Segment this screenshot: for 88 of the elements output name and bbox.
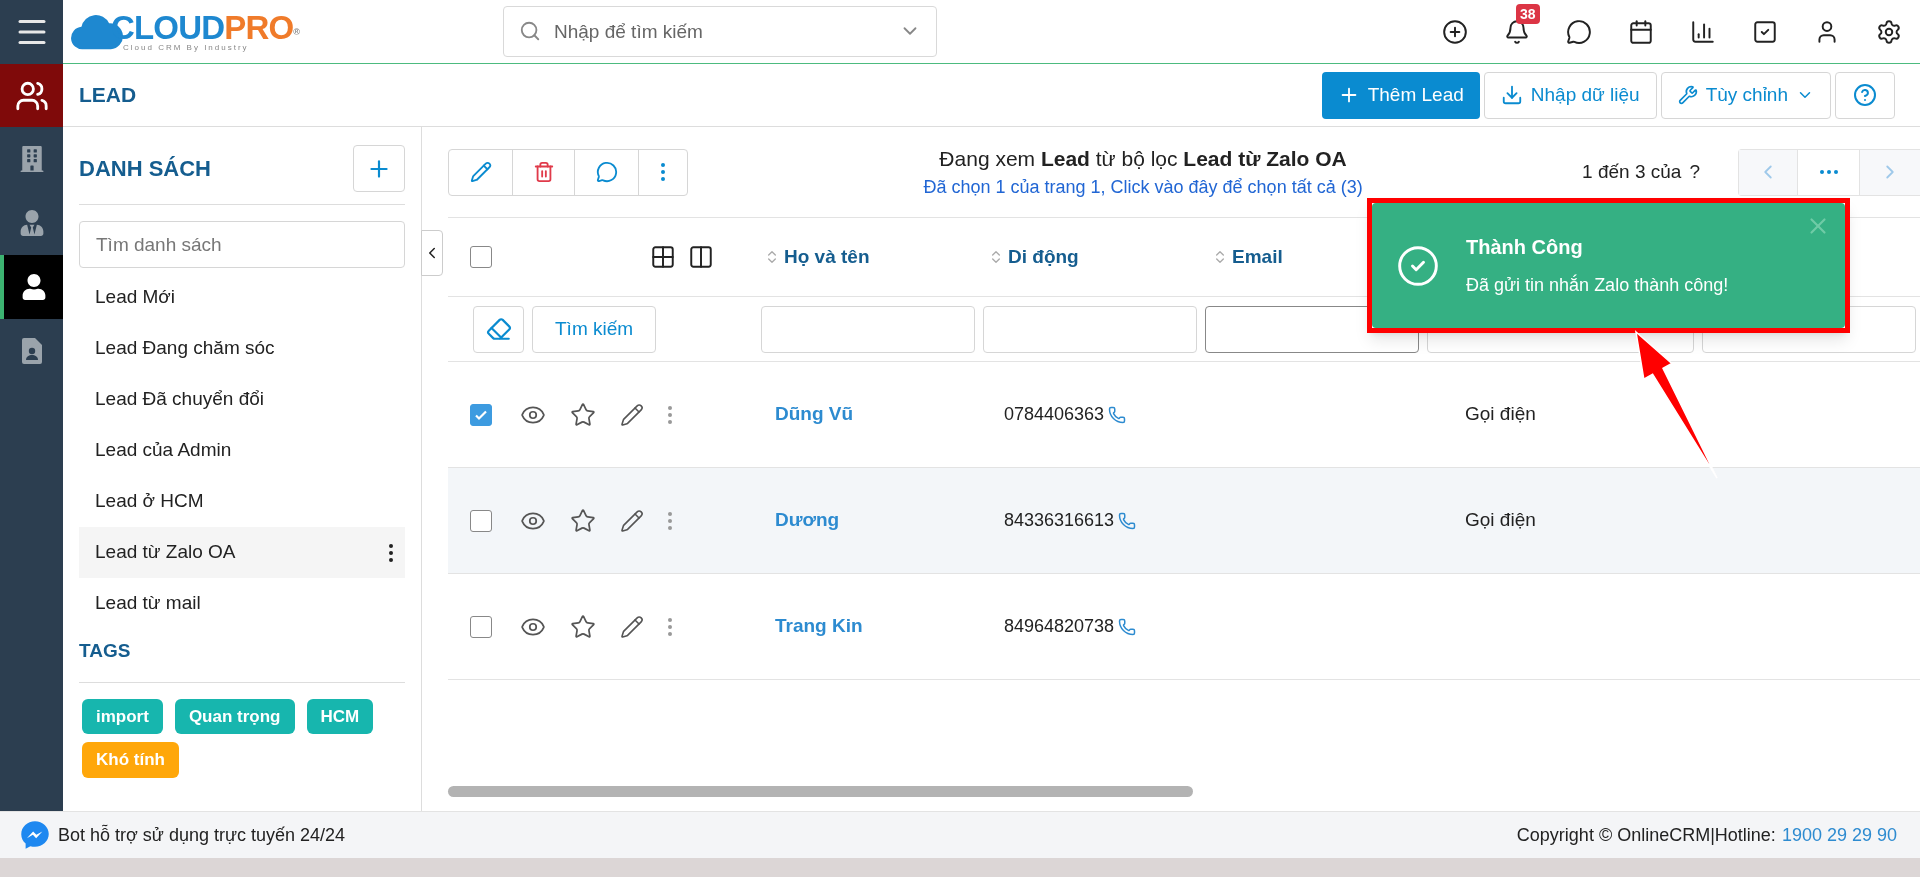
row-checkbox[interactable]: [470, 403, 492, 426]
row-checkbox[interactable]: [470, 615, 492, 638]
checked-box-icon: [1752, 18, 1778, 45]
more-vertical-icon: [389, 543, 393, 562]
phone-icon: [1118, 617, 1137, 636]
bar-chart-icon: [1690, 18, 1716, 45]
tags-heading: TAGS: [79, 639, 132, 663]
list-item[interactable]: Lead Mới: [79, 272, 405, 323]
columns-view-icon: [688, 244, 714, 270]
list-item[interactable]: Lead ở HCM: [79, 476, 405, 527]
grid-view-icon: [650, 244, 676, 270]
more-vertical-icon: [661, 163, 665, 181]
toast-message: Đã gửi tin nhắn Zalo thành công!: [1466, 273, 1729, 297]
add-circle-icon: [1442, 18, 1468, 45]
phone-icon: [1118, 511, 1137, 530]
column-header[interactable]: Di động: [984, 242, 1208, 272]
bell-icon: [1504, 18, 1530, 45]
module-button[interactable]: [0, 64, 63, 127]
star-icon: [570, 507, 596, 534]
more-horizontal-icon: [1819, 170, 1838, 174]
phone-number: 84964820738: [1004, 615, 1115, 638]
registered-mark: ®: [293, 26, 300, 37]
star-icon: [570, 401, 596, 428]
lead-name-link[interactable]: Dương: [775, 509, 840, 531]
pencil-icon: [620, 614, 644, 639]
search-field[interactable]: Nhập để tìm kiếm: [503, 6, 937, 57]
chat-bubble-icon: [595, 161, 618, 183]
toast-title: Thành Công: [1466, 235, 1584, 260]
wrench-icon: [1677, 85, 1698, 105]
phone-number: 0784406363: [1004, 403, 1105, 426]
page-range: 1 đến 3 của: [1582, 159, 1682, 184]
total-count: ?: [1689, 159, 1700, 184]
chat-bubble-icon: [20, 820, 50, 850]
logo-accent-word: PRO: [224, 9, 294, 46]
notification-badge: 38: [1516, 3, 1540, 24]
table-cell: Gọi điện: [1465, 403, 1536, 425]
help-icon: [1853, 83, 1877, 107]
search-button[interactable]: Tìm kiếm: [532, 305, 657, 353]
lead-name-link[interactable]: Dũng Vũ: [775, 403, 854, 425]
pencil-icon: [620, 508, 644, 533]
building-icon: [18, 146, 45, 172]
list-item[interactable]: Lead Đã chuyển đổi: [79, 374, 405, 425]
calendar-icon: [1628, 18, 1654, 45]
add-lead-button[interactable]: Thêm Lead: [1321, 71, 1480, 119]
customize-button[interactable]: Tùy chỉnh: [1660, 71, 1831, 119]
pencil-icon: [469, 161, 492, 183]
list-search-field[interactable]: Tìm danh sách: [79, 221, 405, 268]
select-all-checkbox[interactable]: [470, 246, 492, 268]
logo-tagline: Cloud CRM By Industry: [122, 44, 250, 52]
list-item[interactable]: Lead của Admin: [79, 425, 405, 476]
select-all-link[interactable]: Đã chọn 1 của trang 1, Click vào đây để chọn tất cả (3): [923, 174, 1363, 202]
filter-summary: Đang xem Lead từ bộ lọc Lead từ Zalo OA: [939, 145, 1347, 172]
import-button[interactable]: Nhập dữ liệu: [1483, 71, 1657, 119]
contact-document-icon: [21, 338, 42, 364]
person-tie-icon: [18, 210, 45, 236]
chat-bubble-icon: [1566, 18, 1592, 45]
list-item[interactable]: Lead từ Zalo OA: [79, 527, 405, 578]
list-item[interactable]: Lead từ mail: [79, 578, 405, 629]
clear-filter-button[interactable]: [473, 305, 524, 353]
phone-number: 84336316613: [1004, 509, 1115, 532]
more-vertical-icon: [668, 617, 672, 636]
copyright-text: Copyright © OnlineCRM|Hotline:: [1516, 823, 1776, 847]
collapse-button[interactable]: [421, 230, 443, 276]
add-list-button[interactable]: [353, 145, 405, 192]
eraser-icon: [485, 316, 512, 342]
table-row[interactable]: Dương 84336316613 Gọi điện: [448, 468, 1920, 574]
more-vertical-icon: [668, 511, 672, 530]
table-cell: Gọi điện: [1465, 509, 1536, 531]
check-circle-icon: [1396, 243, 1440, 288]
lead-name-link[interactable]: Trang Kin: [775, 615, 863, 637]
phone-icon: [1108, 405, 1127, 424]
search-icon: [519, 20, 541, 42]
settings-icon: [1876, 18, 1902, 45]
pencil-icon: [620, 402, 644, 427]
download-icon: [1500, 84, 1523, 106]
trash-icon: [532, 161, 555, 183]
star-icon: [570, 613, 596, 640]
column-header[interactable]: Họ và tên: [760, 242, 984, 272]
page-title: LEAD: [79, 82, 137, 109]
hotline-link[interactable]: 1900 29 29 90: [1781, 821, 1897, 849]
support-text: Bot hỗ trợ sử dụng trực tuyến 24/24: [58, 823, 346, 847]
list-heading: DANH SÁCH: [79, 155, 211, 183]
person-icon: [20, 274, 47, 300]
row-checkbox[interactable]: [470, 509, 492, 532]
help-button[interactable]: [1835, 71, 1895, 119]
more-vertical-icon: [668, 405, 672, 424]
horizontal-scrollbar[interactable]: [448, 786, 1193, 797]
list-item[interactable]: Lead Đang chăm sóc: [79, 323, 405, 374]
